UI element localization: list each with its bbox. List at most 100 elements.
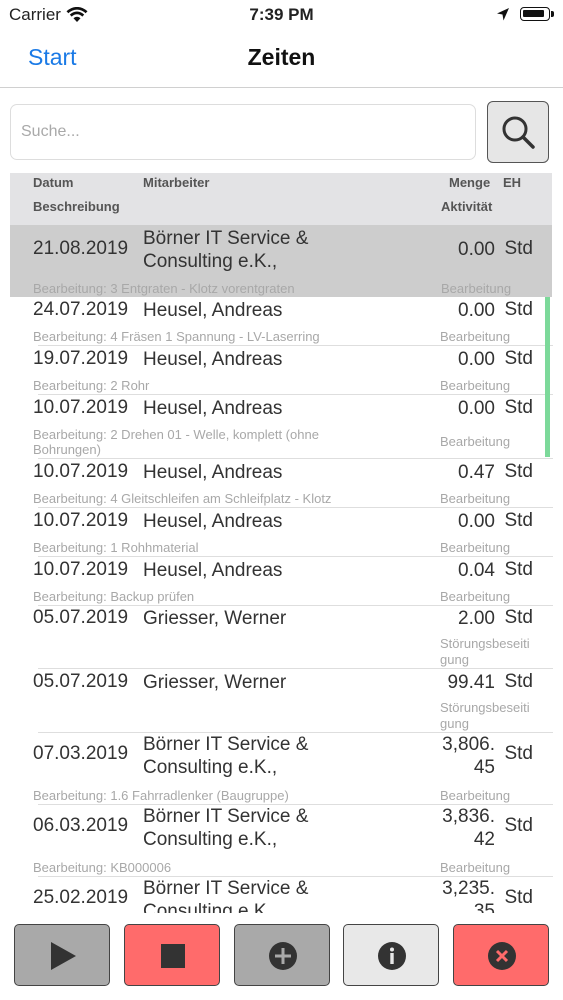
row-employee: Heusel, Andreas — [143, 462, 283, 483]
play-icon — [51, 942, 76, 970]
row-quantity: 0.00 — [458, 239, 495, 260]
header-employee: Mitarbeiter — [143, 175, 210, 190]
stop-icon — [161, 944, 185, 968]
navigation-bar: Start Zeiten — [0, 30, 563, 88]
row-date: 21.08.2019 — [33, 238, 129, 259]
table-row[interactable]: 05.07.2019 Griesser, Werner 99.41 Std St… — [33, 669, 553, 733]
table-row[interactable]: 10.07.2019 Heusel, Andreas 0.00 Std Bear… — [33, 395, 553, 459]
header-description: Beschreibung — [33, 199, 120, 214]
row-date: 06.03.2019 — [33, 815, 129, 836]
row-description: Bearbeitung: KB000006 — [33, 860, 172, 875]
row-date: 10.07.2019 — [33, 397, 129, 418]
table-row[interactable]: 10.07.2019 Heusel, Andreas 0.47 Std Bear… — [33, 459, 553, 508]
time-entries-list[interactable]: 21.08.2019 Börner IT Service & Consultin… — [0, 225, 563, 913]
row-date: 24.07.2019 — [33, 299, 129, 320]
row-activity: Bearbeitung — [440, 788, 511, 803]
row-activity: Bearbeitung — [440, 491, 511, 506]
row-date: 10.07.2019 — [33, 461, 129, 482]
stop-button[interactable] — [124, 924, 220, 986]
table-header: Datum Mitarbeiter Menge EH Beschreibung … — [10, 173, 552, 225]
header-quantity: Menge — [449, 175, 491, 190]
sync-indicator-bar — [545, 297, 550, 457]
row-date: 10.07.2019 — [33, 559, 129, 580]
row-description: Bearbeitung: 4 Fräsen 1 Spannung - LV-La… — [33, 329, 320, 344]
table-row[interactable]: 24.07.2019 Heusel, Andreas 0.00 Std Bear… — [33, 297, 553, 346]
row-date: 05.07.2019 — [33, 607, 129, 628]
row-quantity: 0.00 — [458, 511, 495, 532]
row-unit: Std — [504, 815, 533, 836]
row-description: Bearbeitung: 2 Rohr — [33, 378, 150, 393]
row-activity: Bearbeitung — [441, 281, 512, 296]
page-title: Zeiten — [247, 44, 316, 70]
clock: 7:39 PM — [249, 5, 314, 24]
cancel-button[interactable] — [453, 924, 549, 986]
row-activity: Bearbeitung — [440, 378, 511, 393]
row-activity: Bearbeitung — [440, 434, 511, 449]
row-description: Bearbeitung: 1.6 Fahrradlenker (Baugrupp… — [33, 788, 289, 803]
row-unit: Std — [504, 887, 533, 908]
row-activity: Bearbeitung — [440, 540, 511, 555]
close-circle-icon — [488, 942, 516, 970]
table-row[interactable]: 07.03.2019 Börner IT Service & Consultin… — [33, 733, 553, 805]
row-activity: Störungsbeseitigung — [440, 700, 530, 731]
row-unit: Std — [504, 607, 533, 628]
add-button[interactable] — [234, 924, 330, 986]
row-unit: Std — [504, 743, 533, 764]
row-unit: Std — [504, 397, 533, 418]
row-employee: Heusel, Andreas — [143, 398, 283, 419]
info-button[interactable] — [343, 924, 439, 986]
row-unit: Std — [504, 238, 533, 259]
row-quantity: 2.00 — [458, 608, 495, 629]
search-input[interactable] — [10, 104, 476, 160]
row-employee: Griesser, Werner — [143, 608, 287, 629]
row-unit: Std — [504, 671, 533, 692]
battery-icon — [520, 7, 554, 21]
row-quantity: 3,806.45 — [442, 734, 495, 778]
row-unit: Std — [504, 299, 533, 320]
row-employee: Heusel, Andreas — [143, 300, 283, 321]
row-date: 25.02.2019 — [33, 887, 129, 908]
row-employee: Börner IT Service & Consulting e.K., — [143, 806, 309, 850]
row-activity: Bearbeitung — [440, 589, 511, 604]
table-row[interactable]: 10.07.2019 Heusel, Andreas 0.04 Std Bear… — [33, 557, 553, 606]
row-activity: Bearbeitung — [440, 860, 511, 875]
table-row[interactable]: 10.07.2019 Heusel, Andreas 0.00 Std Bear… — [33, 508, 553, 557]
row-quantity: 0.00 — [458, 398, 495, 419]
row-unit: Std — [504, 348, 533, 369]
bottom-toolbar — [0, 913, 563, 1000]
info-icon — [378, 942, 406, 970]
row-description: Bearbeitung: 1 Rohhmaterial — [33, 540, 199, 555]
table-row[interactable]: 21.08.2019 Börner IT Service & Consultin… — [10, 225, 552, 297]
row-date: 19.07.2019 — [33, 348, 129, 369]
table-row[interactable]: 06.03.2019 Börner IT Service & Consultin… — [33, 805, 553, 877]
row-date: 10.07.2019 — [33, 510, 129, 531]
row-date: 05.07.2019 — [33, 671, 129, 692]
row-unit: Std — [504, 510, 533, 531]
table-row[interactable]: 25.02.2019 Börner IT Service & Consultin… — [33, 877, 553, 913]
row-description: Bearbeitung: 3 Entgraten - Klotz vorentg… — [33, 281, 295, 296]
search-icon — [502, 116, 535, 149]
row-date: 07.03.2019 — [33, 743, 129, 764]
play-button[interactable] — [14, 924, 110, 986]
row-unit: Std — [504, 559, 533, 580]
row-unit: Std — [504, 461, 533, 482]
row-employee: Börner IT Service & Consulting e.K., — [143, 734, 309, 778]
location-arrow-icon — [497, 8, 509, 21]
row-quantity: 3,235.35 — [442, 878, 495, 913]
row-quantity: 99.41 — [447, 672, 495, 693]
row-description: Bearbeitung: 4 Gleitschleifen am Schleif… — [33, 491, 332, 506]
row-employee: Heusel, Andreas — [143, 511, 283, 532]
row-employee: Heusel, Andreas — [143, 349, 283, 370]
row-employee: Börner IT Service & Consulting e.K., — [143, 228, 309, 272]
table-row[interactable]: 05.07.2019 Griesser, Werner 2.00 Std Stö… — [33, 605, 553, 669]
row-employee: Heusel, Andreas — [143, 560, 283, 581]
row-employee: Börner IT Service & Consulting e.K., — [143, 878, 309, 913]
row-quantity: 0.00 — [458, 300, 495, 321]
row-activity: Bearbeitung — [440, 329, 511, 344]
row-description: Bearbeitung: 2 Drehen 01 - Welle, komple… — [33, 427, 319, 457]
row-quantity: 0.47 — [458, 462, 495, 483]
plus-circle-icon — [269, 942, 297, 970]
search-button[interactable] — [487, 101, 549, 163]
header-date: Datum — [33, 175, 74, 190]
table-row[interactable]: 19.07.2019 Heusel, Andreas 0.00 Std Bear… — [33, 346, 553, 395]
